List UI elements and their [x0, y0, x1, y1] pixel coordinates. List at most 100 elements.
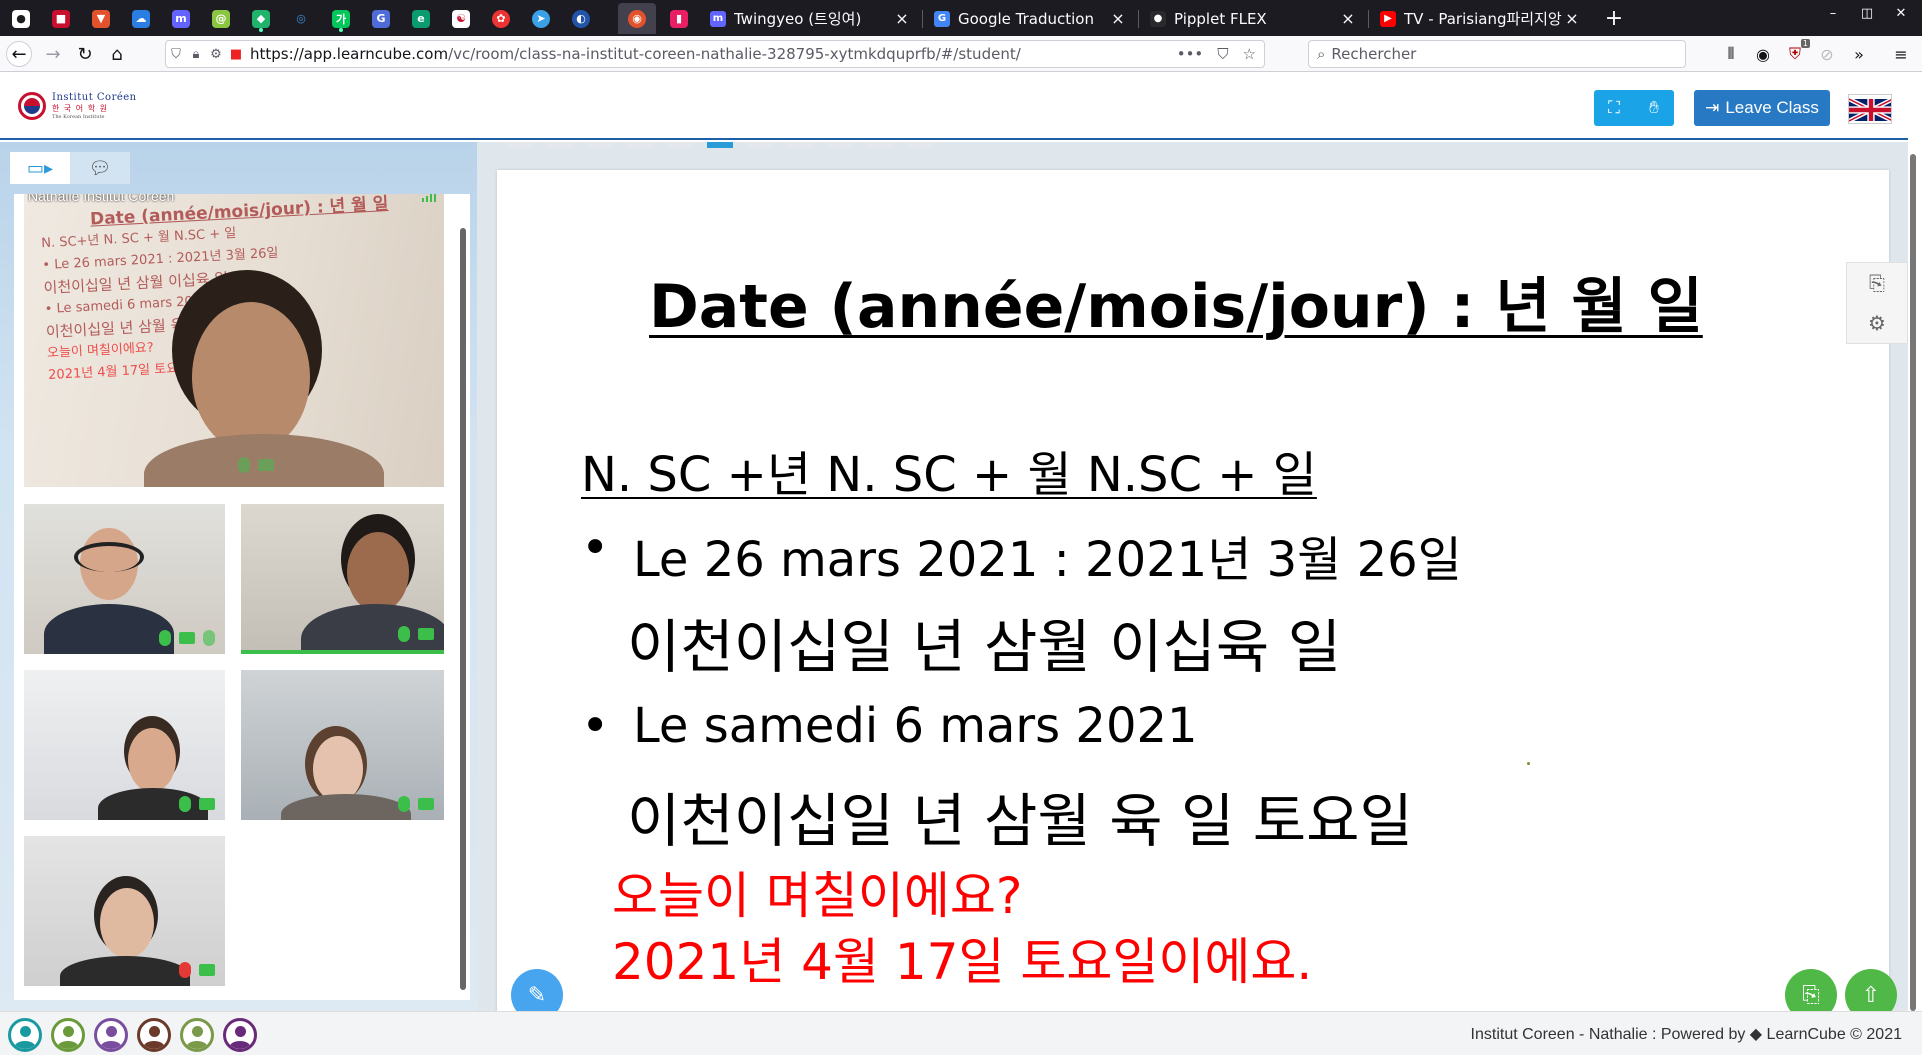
camera-icon[interactable]	[199, 798, 215, 810]
pinned-tab-10[interactable]: G	[362, 3, 400, 34]
tab-pipplet[interactable]: ● Pipplet FLEX ×	[1140, 3, 1366, 34]
mic-icon[interactable]	[398, 796, 410, 812]
muted-mic-icon[interactable]	[179, 962, 191, 978]
slide-page-tab[interactable]	[787, 142, 813, 148]
teacher-video[interactable]: Date (année/mois/jour) : 년 월 일 N. SC+년 N…	[24, 194, 444, 487]
extension-icon[interactable]: ⊘	[1814, 41, 1840, 67]
participant-avatar[interactable]	[137, 1018, 171, 1052]
participant-video-speaking[interactable]	[241, 504, 444, 654]
forward-button[interactable]: →	[40, 41, 66, 67]
mic-icon[interactable]	[159, 630, 171, 646]
participant-avatar[interactable]	[223, 1018, 257, 1052]
pinned-tab-6[interactable]: @	[202, 3, 240, 34]
copy-document-icon[interactable]: ⎘	[1869, 271, 1885, 295]
participant-video[interactable]	[241, 670, 444, 820]
library-icon[interactable]: ⫴	[1718, 41, 1744, 67]
video-list[interactable]: Date (année/mois/jour) : 년 월 일 N. SC+년 N…	[14, 194, 470, 1000]
camera-icon[interactable]	[258, 459, 274, 471]
camera-sharing-icon[interactable]: ■	[226, 47, 246, 62]
new-tab-button[interactable]: +	[1596, 3, 1632, 34]
pinned-tab-9[interactable]: 가	[322, 3, 360, 34]
pinned-tab-8[interactable]: ◎	[282, 3, 320, 34]
ublock-icon[interactable]: ⛨ 1	[1782, 39, 1810, 67]
camera-icon[interactable]	[418, 628, 434, 640]
slide-page-tab[interactable]	[907, 142, 933, 148]
slide-page-tab[interactable]	[627, 142, 653, 148]
restore-icon[interactable]: ◫	[1856, 6, 1878, 21]
pinned-tab-14[interactable]: ➤	[522, 3, 560, 34]
close-tab-icon[interactable]: ×	[1340, 9, 1356, 28]
institut-coreen-logo[interactable]: Institut Coréen 한 국 어 학 원 The Korean Ins…	[18, 92, 137, 120]
participant-avatar[interactable]	[51, 1018, 85, 1052]
pinned-tab-15[interactable]: ◐	[562, 3, 600, 34]
pinned-tab-5[interactable]: m	[162, 3, 200, 34]
leave-class-button[interactable]: ⇥ Leave Class	[1694, 90, 1830, 126]
close-tab-icon[interactable]: ×	[894, 9, 910, 28]
slide-page-tab[interactable]	[747, 142, 773, 148]
pinned-tab-7[interactable]: ◆	[242, 3, 280, 34]
reload-button[interactable]: ↻	[72, 41, 98, 67]
camera-icon[interactable]	[199, 964, 215, 976]
mic-icon[interactable]	[203, 630, 215, 646]
close-tab-icon[interactable]: ×	[1564, 9, 1580, 28]
menu-icon[interactable]: ≡	[1888, 41, 1914, 67]
learncube-brand[interactable]: LearnCube © 2021	[1767, 1026, 1902, 1043]
permissions-icon[interactable]: ⚙	[206, 47, 226, 62]
tab-twingyeo[interactable]: m Twingyeo (트잉여) ×	[700, 3, 920, 34]
close-tab-icon[interactable]: ×	[1110, 9, 1126, 28]
slide-page-tab[interactable]	[867, 142, 893, 148]
lock-icon[interactable]: 🔒︎	[186, 47, 206, 62]
tab-youtube[interactable]: ▶ TV - Parisiang파리지앙 - Y ×	[1370, 3, 1590, 34]
shield-icon[interactable]: ⛉	[166, 47, 186, 62]
bookmark-star-icon[interactable]: ☆	[1243, 45, 1256, 63]
pinned-tab-learncube-active[interactable]: ◉	[618, 3, 656, 34]
pinned-tab-2[interactable]: ■	[42, 3, 80, 34]
video-tab[interactable]: ▭▸	[10, 152, 70, 184]
participant-face	[313, 736, 363, 802]
search-input[interactable]: ⌕ Rechercher	[1308, 40, 1686, 68]
slide-page-tab[interactable]	[587, 142, 613, 148]
slide-page-tab[interactable]	[507, 142, 533, 148]
url-bar[interactable]: ⛉ 🔒︎ ⚙ ■ https://app.learncube.com/vc/ro…	[165, 40, 1265, 68]
mic-icon[interactable]	[179, 796, 191, 812]
slide-page-tab-active[interactable]	[707, 142, 733, 148]
back-button[interactable]: ←	[6, 41, 32, 67]
mic-icon[interactable]	[238, 457, 250, 473]
uk-flag-icon[interactable]	[1848, 94, 1892, 124]
tab-google-translate[interactable]: G Google Traduction ×	[924, 3, 1136, 34]
overflow-icon[interactable]: »	[1846, 41, 1872, 67]
camera-icon[interactable]	[418, 798, 434, 810]
raise-hand-button[interactable]: ✋︎	[1634, 90, 1674, 126]
account-icon[interactable]: ◉	[1750, 41, 1776, 67]
slide-page-tab[interactable]	[827, 142, 853, 148]
close-window-icon[interactable]: ✕	[1890, 6, 1912, 21]
fullscreen-button[interactable]: ⛶	[1594, 90, 1634, 126]
pinned-tab-1[interactable]: ●	[2, 3, 40, 34]
page-scrollbar[interactable]	[1910, 154, 1916, 1011]
participant-video-muted[interactable]	[24, 836, 225, 986]
chat-tab[interactable]: 💬︎	[70, 152, 130, 184]
participant-video[interactable]	[24, 504, 225, 654]
slide-canvas[interactable]: Date (année/mois/jour) : 년 월 일 N. SC +년 …	[497, 170, 1897, 1021]
camera-icon[interactable]	[179, 632, 195, 644]
settings-gear-icon[interactable]: ⚙	[1868, 311, 1886, 335]
pinned-tab-4[interactable]: ☁	[122, 3, 160, 34]
minimize-icon[interactable]: –	[1822, 6, 1844, 21]
pinned-tab-13[interactable]: ✿	[482, 3, 520, 34]
participant-avatar[interactable]	[8, 1018, 42, 1052]
pinned-tab-17[interactable]: ▮	[660, 3, 698, 34]
pinned-tab-11[interactable]: e	[402, 3, 440, 34]
logo-title: Institut Coréen	[52, 92, 137, 103]
participant-avatar[interactable]	[180, 1018, 214, 1052]
pinned-tab-3[interactable]: ▼	[82, 3, 120, 34]
pinned-tab-12[interactable]: ☯	[442, 3, 480, 34]
mic-icon[interactable]	[398, 626, 410, 642]
slide-page-tab[interactable]	[547, 142, 573, 148]
video-list-scrollbar[interactable]	[460, 228, 466, 990]
slide-page-tab[interactable]	[667, 142, 693, 148]
page-actions-icon[interactable]: •••	[1177, 45, 1204, 63]
participant-video[interactable]	[24, 670, 225, 820]
pocket-icon[interactable]: ⛉	[1217, 45, 1228, 63]
participant-avatar[interactable]	[94, 1018, 128, 1052]
home-button[interactable]: ⌂	[104, 41, 130, 67]
